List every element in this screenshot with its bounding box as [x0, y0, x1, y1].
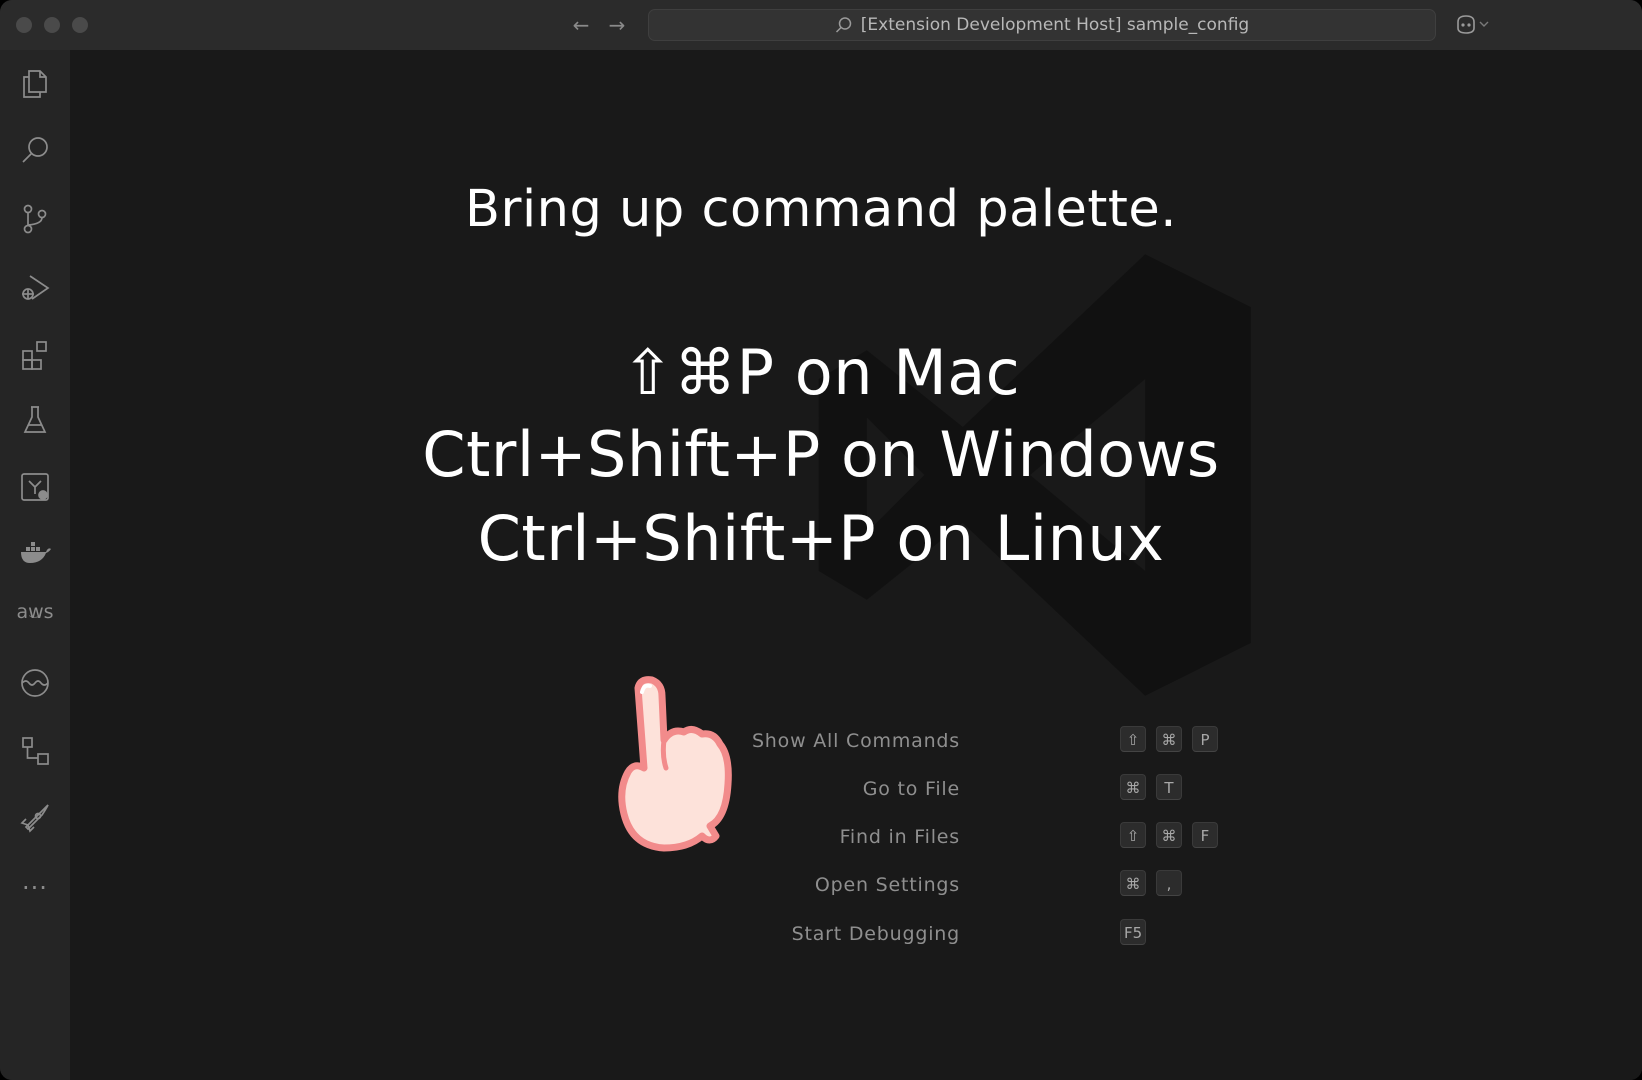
forward-button[interactable]: →: [604, 12, 630, 38]
tip-linux-shortcut: Ctrl+Shift+P on Linux: [477, 502, 1165, 575]
pointing-hand-icon: [618, 676, 732, 852]
hierarchy-icon[interactable]: [0, 723, 70, 779]
shortcut-label: Open Settings: [814, 874, 960, 896]
tip-windows-shortcut: Ctrl+Shift+P on Windows: [422, 418, 1220, 491]
key-f5: F5: [1120, 919, 1147, 945]
shortcut-go-to-file[interactable]: Go to File ⌘ T: [830, 774, 1250, 804]
tip-title: Bring up command palette.: [465, 180, 1177, 239]
key-cmd: ⌘: [1156, 726, 1182, 752]
close-window-button[interactable]: [16, 17, 32, 33]
window-title: [Extension Development Host] sample_conf…: [860, 15, 1250, 35]
wave-icon[interactable]: [0, 655, 70, 711]
shortcut-open-settings[interactable]: Open Settings ⌘ ,: [815, 870, 1250, 900]
shortcut-label: Go to File: [862, 778, 960, 800]
run-debug-icon[interactable]: [0, 260, 70, 316]
copilot-icon: [1457, 15, 1475, 34]
vscode-window: ← → [Extension Development Host] sample_…: [0, 0, 1642, 1080]
rocket-icon[interactable]: [0, 790, 70, 846]
key-cmd: ⌘: [1156, 822, 1182, 848]
shortcut-find-in-files[interactable]: Find in Files ⇧ ⌘ F: [830, 822, 1250, 852]
key-comma: ,: [1156, 870, 1182, 896]
shortcut-show-all-commands[interactable]: Show All Commands ⇧ ⌘ P: [752, 726, 1250, 756]
tip-mac-shortcut: ⇧⌘P on Mac: [621, 336, 1021, 409]
search-icon[interactable]: [0, 123, 70, 179]
title-bar: ← → [Extension Development Host] sample_…: [0, 0, 1642, 51]
key-shift: ⇧: [1120, 726, 1146, 752]
explorer-icon[interactable]: [0, 56, 70, 112]
shortcut-start-debugging[interactable]: Start Debugging F5: [792, 919, 1250, 949]
maximize-window-button[interactable]: [72, 17, 88, 33]
shortcut-label: Show All Commands: [751, 730, 960, 752]
more-icon[interactable]: ···: [0, 860, 70, 916]
aws-icon[interactable]: aws: [0, 588, 70, 644]
shortcut-label: Start Debugging: [791, 923, 960, 945]
chevron-down-icon: [1479, 21, 1489, 27]
back-button[interactable]: ←: [568, 12, 594, 38]
shortcut-label: Find in Files: [839, 826, 960, 848]
key-t: T: [1156, 774, 1182, 800]
key-cmd: ⌘: [1120, 774, 1146, 800]
key-f: F: [1192, 822, 1218, 848]
key-shift: ⇧: [1120, 822, 1146, 848]
key-cmd: ⌘: [1120, 870, 1146, 896]
copilot-menu[interactable]: [1454, 13, 1490, 35]
command-center[interactable]: [Extension Development Host] sample_conf…: [648, 9, 1436, 41]
minimize-window-button[interactable]: [44, 17, 60, 33]
search-icon: [835, 17, 852, 33]
key-p: P: [1192, 726, 1218, 752]
